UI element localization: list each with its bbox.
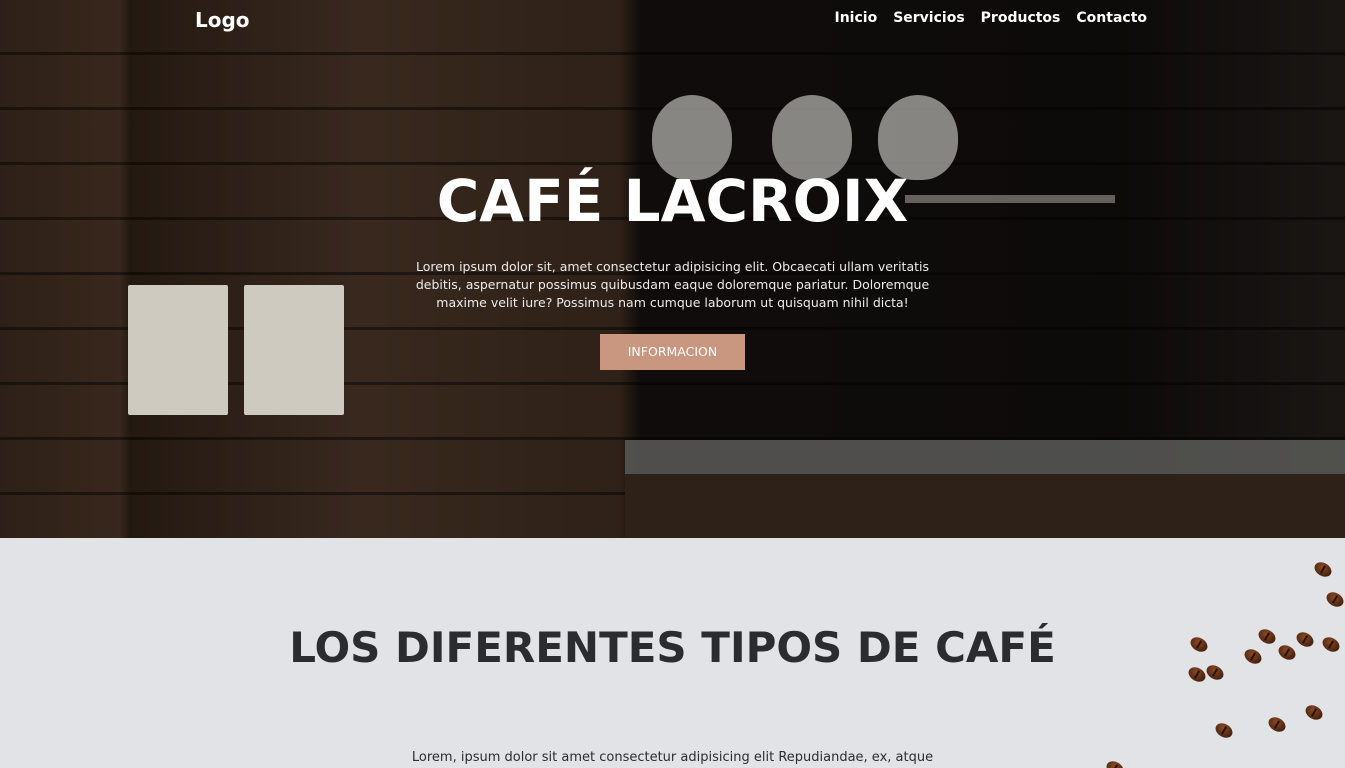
coffee-types-section: LOS DIFERENTES TIPOS DE CAFÉ Lorem, ipsu… — [0, 538, 1345, 768]
logo-link[interactable]: Logo — [195, 8, 250, 32]
coffee-bean-icon — [1323, 589, 1345, 610]
coffee-bean-icon — [1212, 720, 1236, 741]
nav-link-contacto[interactable]: Contacto — [1076, 10, 1147, 26]
hero-section: Logo Inicio Servicios Productos Contacto… — [0, 0, 1345, 538]
info-button[interactable]: INFORMACION — [600, 334, 745, 370]
hero-title: CAFÉ LACROIX — [436, 167, 909, 235]
coffee-bean-icon — [1265, 714, 1289, 735]
coffee-bean-icon — [1302, 702, 1326, 723]
coffee-bean-icon — [1311, 559, 1335, 580]
nav-link-servicios[interactable]: Servicios — [893, 10, 964, 26]
section-title: LOS DIFERENTES TIPOS DE CAFÉ — [289, 623, 1056, 672]
hero-description: Lorem ipsum dolor sit, amet consectetur … — [415, 259, 930, 310]
nav-menu: Inicio Servicios Productos Contacto — [835, 10, 1148, 26]
hero-content: CAFÉ LACROIX Lorem ipsum dolor sit, amet… — [0, 168, 1345, 370]
counter-base — [625, 474, 1345, 538]
section-description: Lorem, ipsum dolor sit amet consectetur … — [411, 750, 934, 765]
navbar: Logo Inicio Servicios Productos Contacto — [0, 0, 1345, 38]
nav-link-productos[interactable]: Productos — [981, 10, 1061, 26]
nav-link-inicio[interactable]: Inicio — [835, 10, 878, 26]
counter — [625, 440, 1345, 474]
